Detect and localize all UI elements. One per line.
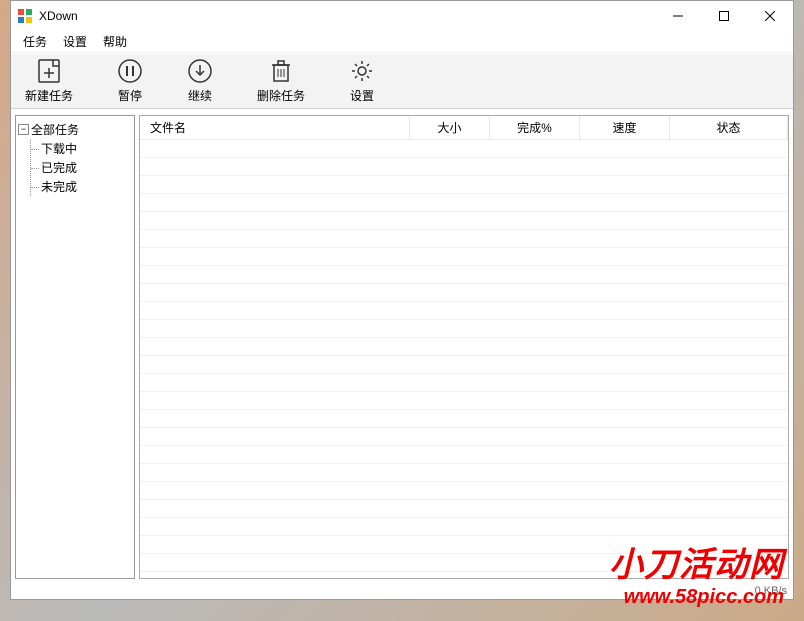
table-row[interactable] [140,338,788,356]
table-row[interactable] [140,500,788,518]
resume-label: 继续 [188,87,212,104]
col-complete[interactable]: 完成% [490,116,580,140]
gear-icon [349,58,375,84]
table-row[interactable] [140,230,788,248]
table-row[interactable] [140,212,788,230]
resume-button[interactable]: 继续 [187,58,213,104]
col-filename[interactable]: 文件名 [140,116,410,140]
sidebar: − 全部任务 下载中 已完成 未完成 [15,115,135,579]
table-row[interactable] [140,482,788,500]
tree-item-completed[interactable]: 已完成 [31,158,132,177]
col-status[interactable]: 状态 [670,116,788,140]
trash-icon [268,58,294,84]
app-window: XDown 任务 设置 帮助 新建任务 暂停 继续 [10,0,794,600]
settings-button[interactable]: 设置 [349,58,375,104]
maximize-button[interactable] [701,1,747,31]
statusbar: 0 KB/s [755,583,787,599]
table-row[interactable] [140,536,788,554]
menu-tasks[interactable]: 任务 [15,31,55,52]
col-speed[interactable]: 速度 [580,116,670,140]
delete-label: 删除任务 [257,87,305,104]
table-row[interactable] [140,554,788,572]
app-icon [17,8,33,24]
minimize-button[interactable] [655,1,701,31]
maximize-icon [719,11,729,21]
table-header: 文件名 大小 完成% 速度 状态 [140,116,788,140]
table-row[interactable] [140,266,788,284]
content-panel: 文件名 大小 完成% 速度 状态 [139,115,789,579]
new-task-button[interactable]: 新建任务 [25,58,73,104]
new-task-label: 新建任务 [25,87,73,104]
table-row[interactable] [140,464,788,482]
table-body[interactable] [140,140,788,578]
table-row[interactable] [140,572,788,578]
settings-label: 设置 [350,87,374,104]
new-task-icon [36,58,62,84]
tree-root-label: 全部任务 [31,121,79,138]
pause-icon [117,58,143,84]
tree-item-incomplete[interactable]: 未完成 [31,177,132,196]
window-title: XDown [39,9,78,23]
col-size[interactable]: 大小 [410,116,490,140]
table-row[interactable] [140,158,788,176]
minimize-icon [673,11,683,21]
close-button[interactable] [747,1,793,31]
table-row[interactable] [140,428,788,446]
resume-icon [187,58,213,84]
table-row[interactable] [140,410,788,428]
table-row[interactable] [140,176,788,194]
table-row[interactable] [140,446,788,464]
table-row[interactable] [140,284,788,302]
tree-collapse-icon[interactable]: − [18,124,29,135]
table-row[interactable] [140,356,788,374]
menubar: 任务 设置 帮助 [11,31,793,53]
table-row[interactable] [140,392,788,410]
table-row[interactable] [140,320,788,338]
close-icon [765,11,775,21]
pause-label: 暂停 [118,87,142,104]
tree-root-all-tasks[interactable]: − 全部任务 [18,120,132,139]
main-area: − 全部任务 下载中 已完成 未完成 文件名 大小 完成% 速度 状态 [11,111,793,583]
table-row[interactable] [140,374,788,392]
menu-help[interactable]: 帮助 [95,31,135,52]
pause-button[interactable]: 暂停 [117,58,143,104]
table-row[interactable] [140,302,788,320]
tree-item-downloading[interactable]: 下载中 [31,139,132,158]
table-row[interactable] [140,140,788,158]
table-row[interactable] [140,194,788,212]
titlebar: XDown [11,1,793,31]
delete-button[interactable]: 删除任务 [257,58,305,104]
menu-settings[interactable]: 设置 [55,31,95,52]
status-speed: 0 KB/s [755,585,787,597]
toolbar: 新建任务 暂停 继续 删除任务 设置 [11,53,793,109]
table-row[interactable] [140,518,788,536]
table-row[interactable] [140,248,788,266]
